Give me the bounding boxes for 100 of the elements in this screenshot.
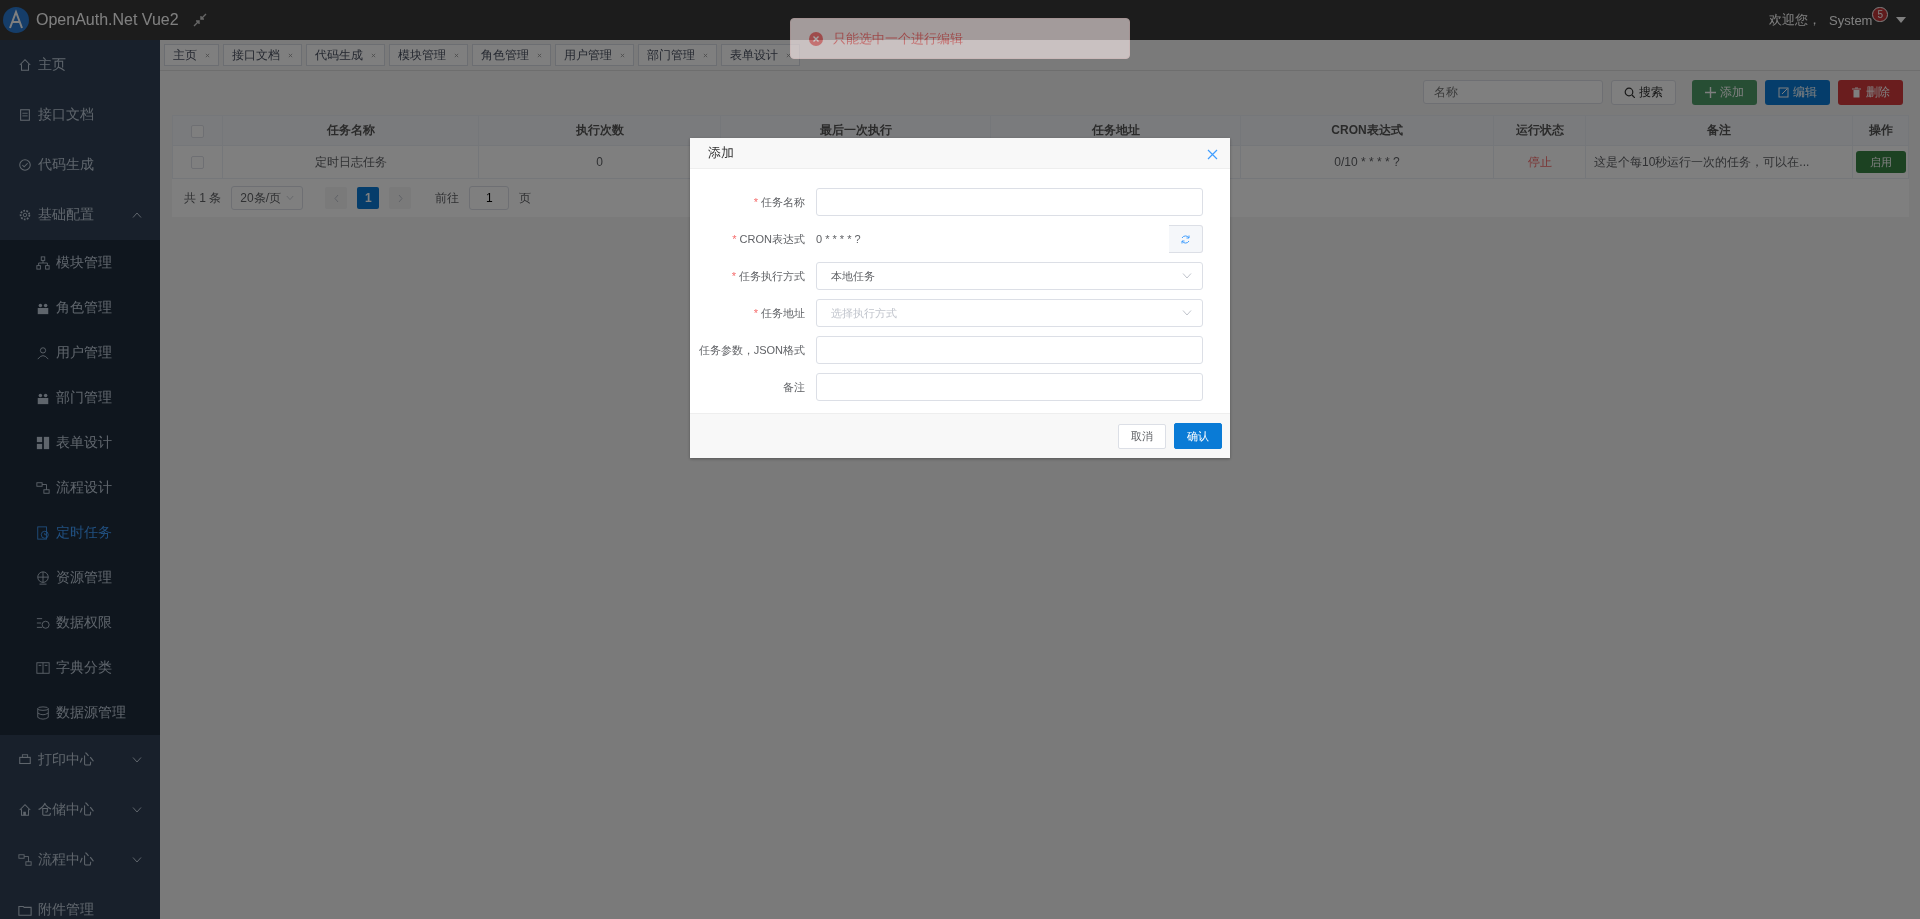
prev-page-button[interactable] bbox=[325, 187, 348, 209]
search-button[interactable]: 搜索 bbox=[1611, 79, 1676, 105]
search-field[interactable]: 名称 bbox=[1423, 80, 1603, 104]
printer-icon bbox=[18, 753, 32, 767]
add-button[interactable]: 添加 bbox=[1692, 79, 1757, 105]
tab[interactable]: 接口文档 bbox=[223, 44, 302, 66]
sidebar-item[interactable]: 表单设计 bbox=[0, 420, 160, 465]
field-label: 任务执行方式 bbox=[739, 269, 805, 282]
sidebar-item[interactable]: 模块管理 bbox=[0, 240, 160, 285]
cancel-button[interactable]: 取消 bbox=[1118, 423, 1166, 449]
close-icon[interactable] bbox=[371, 52, 376, 58]
notification-badge: 5 bbox=[1872, 6, 1888, 22]
search-icon bbox=[1624, 86, 1635, 98]
column-header: 操作 bbox=[1852, 115, 1909, 146]
sidebar-item[interactable]: 基础配置 bbox=[0, 190, 160, 240]
sidebar-item[interactable]: 定时任务 bbox=[0, 510, 160, 555]
tab[interactable]: 主页 bbox=[164, 44, 219, 66]
sidebar-item[interactable]: 用户管理 bbox=[0, 330, 160, 375]
sidebar-item[interactable]: 附件管理 bbox=[0, 885, 160, 919]
sidebar-item[interactable]: 数据权限 bbox=[0, 600, 160, 645]
close-icon[interactable] bbox=[786, 52, 791, 58]
input-field[interactable] bbox=[816, 336, 1203, 364]
globe-icon bbox=[36, 570, 50, 585]
refresh-icon bbox=[1180, 233, 1191, 245]
close-icon bbox=[1207, 148, 1218, 160]
sidebar-item[interactable]: 仓储中心 bbox=[0, 785, 160, 835]
edit-button[interactable]: 编辑 bbox=[1765, 79, 1830, 105]
logo-icon bbox=[2, 6, 30, 34]
chevron-down-icon bbox=[132, 857, 142, 863]
refresh-button[interactable] bbox=[1169, 225, 1203, 253]
select-field[interactable]: 本地任务 bbox=[816, 262, 1203, 290]
plus-icon bbox=[1705, 86, 1716, 98]
close-icon[interactable] bbox=[288, 52, 293, 58]
clock-icon bbox=[36, 525, 50, 540]
collapse-icon[interactable] bbox=[192, 13, 207, 27]
sidebar-item[interactable]: 打印中心 bbox=[0, 735, 160, 785]
grid-icon bbox=[36, 435, 50, 450]
sidebar-item[interactable]: 主页 bbox=[0, 40, 160, 90]
caret-icon[interactable] bbox=[1896, 17, 1906, 23]
chevron-down-icon bbox=[1182, 273, 1192, 279]
delete-button[interactable]: 删除 bbox=[1838, 79, 1903, 105]
book-icon bbox=[36, 660, 50, 675]
input-field[interactable] bbox=[816, 373, 1203, 401]
sidebar-item[interactable]: 部门管理 bbox=[0, 375, 160, 420]
sidebar-item[interactable]: 代码生成 bbox=[0, 140, 160, 190]
table-cell: 这是个每10秒运行一次的任务，可以在... bbox=[1585, 145, 1853, 179]
required-mark: * bbox=[753, 306, 758, 319]
tab[interactable]: 角色管理 bbox=[472, 44, 551, 66]
close-icon[interactable] bbox=[620, 52, 625, 58]
tab[interactable]: 部门管理 bbox=[638, 44, 717, 66]
sidebar-item[interactable]: 流程设计 bbox=[0, 465, 160, 510]
home-icon bbox=[18, 58, 32, 72]
page-field[interactable]: 1 bbox=[469, 186, 510, 210]
sidebar-item[interactable]: 数据源管理 bbox=[0, 690, 160, 735]
page-suffix: 页 bbox=[519, 189, 532, 207]
column-header: 备注 bbox=[1585, 115, 1853, 146]
page-size-select[interactable]: 20条/页 bbox=[231, 186, 304, 210]
next-page-button[interactable] bbox=[389, 187, 412, 209]
sidebar-item[interactable]: 角色管理 bbox=[0, 285, 160, 330]
column-header: CRON表达式 bbox=[1240, 115, 1494, 146]
close-icon[interactable] bbox=[537, 52, 542, 58]
app-title: OpenAuth.Net Vue2 bbox=[36, 11, 179, 29]
tab[interactable]: 模块管理 bbox=[389, 44, 468, 66]
flow-icon bbox=[36, 480, 50, 495]
column-header: 任务名称 bbox=[222, 115, 479, 146]
check-circle-icon bbox=[18, 158, 32, 172]
table-cell: 0/10 * * * * ? bbox=[1240, 145, 1494, 179]
confirm-button[interactable]: 确认 bbox=[1174, 423, 1222, 449]
field-label: 任务名称 bbox=[761, 195, 805, 208]
tab[interactable]: 用户管理 bbox=[555, 44, 634, 66]
page-button[interactable]: 1 bbox=[357, 187, 380, 209]
close-icon[interactable] bbox=[205, 52, 210, 58]
sidebar-item[interactable]: 流程中心 bbox=[0, 835, 160, 885]
tab[interactable]: 表单设计 bbox=[721, 44, 800, 66]
enable-button[interactable]: 启用 bbox=[1855, 151, 1906, 173]
total-count: 共 1 条 bbox=[184, 189, 222, 207]
user-name[interactable]: System bbox=[1829, 12, 1873, 28]
sitemap-icon bbox=[36, 255, 50, 270]
house-icon bbox=[18, 803, 32, 817]
user-icon bbox=[36, 345, 50, 360]
column-header: 运行状态 bbox=[1493, 115, 1586, 146]
close-button[interactable] bbox=[1207, 147, 1218, 159]
chevron-up-icon bbox=[132, 212, 142, 218]
table-cell: 定时日志任务 bbox=[222, 145, 479, 179]
tab[interactable]: 代码生成 bbox=[306, 44, 385, 66]
chevron-down-icon bbox=[132, 807, 142, 813]
input-field[interactable]: 0 * * * * ? bbox=[816, 225, 1169, 253]
sidebar-item[interactable]: 字典分类 bbox=[0, 645, 160, 690]
chevron-down-icon bbox=[1182, 310, 1192, 316]
input-field[interactable] bbox=[816, 188, 1203, 216]
column-header: 执行次数 bbox=[478, 115, 721, 146]
list-icon bbox=[36, 615, 50, 630]
folder-icon bbox=[18, 903, 32, 917]
sidebar-item[interactable]: 资源管理 bbox=[0, 555, 160, 600]
error-icon bbox=[809, 31, 823, 46]
field-label: 任务地址 bbox=[761, 306, 805, 319]
close-icon[interactable] bbox=[703, 52, 708, 58]
close-icon[interactable] bbox=[454, 52, 459, 58]
field-label: 任务参数，JSON格式 bbox=[698, 343, 805, 356]
status-text: 停止 bbox=[1493, 145, 1586, 179]
